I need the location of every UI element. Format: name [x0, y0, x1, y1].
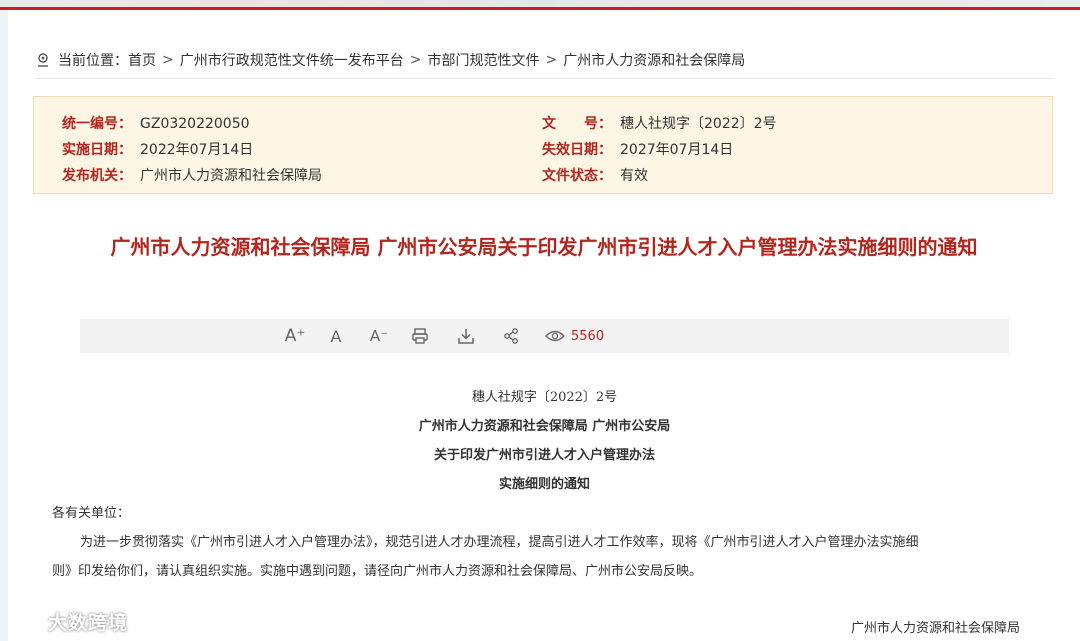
doc-signature: 广州市人力资源和社会保障局 [851, 621, 1021, 636]
download-button[interactable] [456, 326, 476, 346]
breadcrumb-divider [36, 78, 1054, 79]
breadcrumb: 当前位置： 首页 > 广州市行政规范性文件统一发布平台 > 市部门规范性文件 >… [36, 50, 745, 70]
location-pin-icon [38, 53, 48, 67]
page-title: 广州市人力资源和社会保障局 广州市公安局关于印发广州市引进人才入户管理办法实施细… [110, 235, 978, 259]
info-code-label: 统一编号： [62, 116, 132, 132]
breadcrumb-separator: > [162, 52, 174, 68]
breadcrumb-category[interactable]: 市部门规范性文件 [427, 50, 539, 70]
info-effective-value: 2022年07月14日 [140, 142, 254, 158]
share-icon [504, 328, 518, 344]
info-status-label: 文件状态： [542, 168, 612, 184]
breadcrumb-platform[interactable]: 广州市行政规范性文件统一发布平台 [180, 50, 404, 70]
info-issuer-value: 广州市人力资源和社会保障局 [140, 168, 322, 184]
eye-icon [545, 330, 565, 342]
breadcrumb-department[interactable]: 广州市人力资源和社会保障局 [563, 50, 745, 70]
info-docno-label: 文 号： [542, 116, 612, 132]
watermark-logo: 大数跨境 [8, 606, 128, 636]
watermark-text: 大数跨境 [48, 611, 129, 634]
doc-paragraph-line2: 则》印发给你们，请认真组织实施。实施中遇到问题，请径向广州市人力资源和社会保障局… [52, 564, 703, 579]
info-effective-label: 实施日期： [62, 142, 132, 158]
print-icon [412, 328, 428, 344]
breadcrumb-separator: > [409, 52, 422, 68]
doc-paragraph-line1: 为进一步贯彻落实《广州市引进人才入户管理办法》，规范引进人才办理流程，提高引进人… [80, 535, 919, 550]
watermark-icon [8, 611, 44, 631]
document-info-panel: 统一编号： GZ0320220050 文 号： 穗人社规字〔2022〕2号 实施日期… [33, 96, 1053, 194]
breadcrumb-separator: > [545, 52, 558, 68]
doc-heading-line1: 关于印发广州市引进人才入户管理办法 [433, 448, 655, 463]
info-code: 统一编号： GZ0320220050 [62, 113, 250, 133]
page-edge [0, 10, 8, 641]
font-increase-button[interactable]: A⁺ [284, 326, 306, 346]
breadcrumb-home[interactable]: 首页 [128, 50, 156, 70]
view-count: 5560 [571, 328, 605, 344]
info-effective-date: 实施日期： 2022年07月14日 [62, 139, 253, 159]
view-counter: 5560 [545, 326, 615, 346]
doc-heading-line2: 实施细则的通知 [498, 477, 590, 492]
info-docno-value: 穗人社规字〔2022〕2号 [620, 116, 777, 132]
print-button[interactable] [410, 326, 430, 346]
info-expire-date: 失效日期： 2027年07月14日 [542, 139, 733, 159]
info-code-value: GZ0320220050 [140, 116, 250, 132]
info-issuer-label: 发布机关： [62, 168, 132, 184]
info-issuer: 发布机关： 广州市人力资源和社会保障局 [62, 165, 322, 185]
info-status: 文件状态： 有效 [542, 165, 648, 185]
info-docno: 文 号： 穗人社规字〔2022〕2号 [542, 113, 777, 133]
info-status-value: 有效 [620, 168, 648, 184]
info-expire-label: 失效日期： [542, 142, 612, 158]
breadcrumb-prefix: 当前位置： [58, 53, 128, 69]
share-button[interactable] [501, 326, 521, 346]
info-expire-value: 2027年07月14日 [620, 142, 734, 158]
article-toolbar: A⁺ A A⁻ 5560 [80, 319, 1009, 353]
doc-salutation: 各有关单位： [52, 506, 131, 521]
top-banner [0, 0, 1080, 10]
doc-issuers: 广州市人力资源和社会保障局 广州市公安局 [418, 419, 671, 434]
doc-number: 穗人社规字〔2022〕2号 [471, 390, 618, 405]
font-decrease-button[interactable]: A⁻ [368, 326, 390, 346]
font-normal-button[interactable]: A [326, 326, 346, 346]
download-icon [458, 329, 474, 344]
